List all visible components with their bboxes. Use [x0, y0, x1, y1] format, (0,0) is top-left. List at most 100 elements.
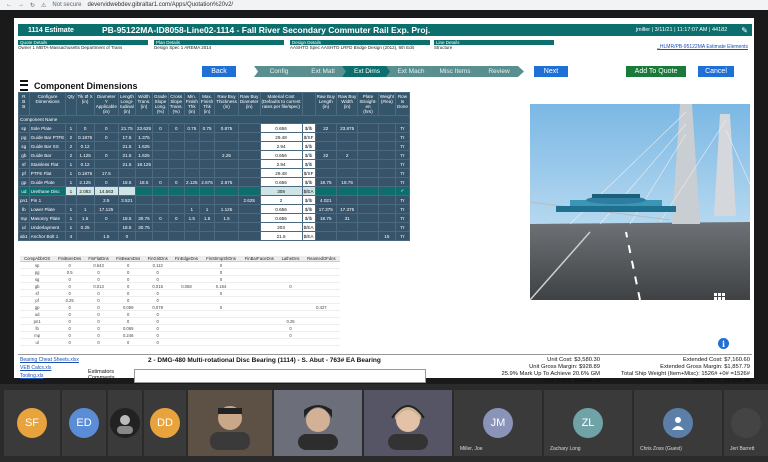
table-cell[interactable]: 0 [201, 289, 241, 297]
table-cell[interactable]: Tr [394, 177, 410, 187]
table-cell[interactable] [302, 338, 340, 346]
table-cell[interactable] [201, 296, 241, 304]
table-cell[interactable]: 0 [201, 268, 241, 276]
table-cell[interactable] [134, 195, 154, 205]
column-header[interactable]: Raw Buy Length (in) [314, 92, 337, 116]
table-cell[interactable]: 2.94 [259, 159, 303, 169]
table-cell[interactable] [171, 338, 202, 346]
table-cell[interactable]: $/lb [301, 204, 316, 214]
table-cell[interactable]: 0 [117, 231, 136, 241]
table-cell[interactable] [240, 317, 279, 325]
table-cell[interactable] [237, 132, 261, 142]
table-cell[interactable] [314, 141, 337, 151]
table-cell[interactable]: 0.875 [214, 123, 239, 133]
column-header[interactable]: Material Cost (Defaults to current rates… [259, 92, 303, 116]
back-arrow-icon[interactable]: ← [6, 2, 12, 8]
table-cell[interactable] [314, 168, 337, 178]
table-cell[interactable]: $/EA [301, 222, 316, 232]
table-cell[interactable]: 23.875 [335, 123, 359, 133]
table-cell[interactable] [240, 282, 279, 290]
table-cell[interactable] [134, 231, 154, 241]
table-row[interactable]: sf 0 0 0 0 0 [20, 289, 340, 297]
table-cell[interactable] [93, 141, 119, 151]
table-cell[interactable]: mp [20, 331, 55, 339]
table-cell[interactable]: sg [18, 141, 30, 151]
table-cell[interactable] [152, 231, 169, 241]
table-cell[interactable]: gp [20, 303, 55, 311]
table-cell[interactable]: 1 [65, 186, 77, 196]
table-cell[interactable] [240, 338, 279, 346]
table-cell[interactable] [214, 186, 239, 196]
table-cell[interactable] [335, 168, 359, 178]
table-cell[interactable] [134, 186, 154, 196]
table-cell[interactable] [201, 310, 241, 318]
table-cell[interactable]: 0 [84, 303, 113, 311]
step-config[interactable]: Config [254, 66, 304, 77]
table-cell[interactable] [357, 150, 379, 160]
table-cell[interactable]: 0 [112, 261, 145, 269]
table-cell[interactable]: 3.521 [117, 195, 136, 205]
table-cell[interactable] [278, 303, 303, 311]
table-cell[interactable] [278, 275, 303, 283]
table-row[interactable]: pn1 Pin 1 2.5 3.521 2.625 2 $/lb 4.021 Tr [18, 195, 410, 205]
column-header[interactable]: Plate Straight- en (hrs) [357, 92, 379, 116]
table-cell[interactable] [75, 231, 95, 241]
table-cell[interactable] [335, 186, 359, 196]
table-cell[interactable] [314, 231, 337, 241]
table-row[interactable]: sg Guide Bar SS 2 0.12 21.5 1.625 2.94 $/lb Tr [18, 141, 410, 151]
participant-tile-4[interactable]: JM Miller, Joe [454, 390, 542, 456]
table-cell[interactable]: 0 [84, 324, 113, 332]
view-grid-icon[interactable] [714, 293, 725, 304]
table-cell[interactable] [335, 132, 359, 142]
table-cell[interactable]: 17.125 [93, 204, 119, 214]
table-cell[interactable]: 0 [201, 261, 241, 269]
table-cell[interactable] [214, 159, 239, 169]
table-cell[interactable]: 0.656 [259, 213, 303, 223]
table-cell[interactable] [167, 168, 185, 178]
estimate-elements-link[interactable]: _HLMR/PB-95122MA Estimate Elements [657, 44, 748, 50]
table-row[interactable]: lb 0 0 0.065 0 0 [20, 324, 340, 332]
estimate-tab[interactable]: 1114 Estimate [18, 26, 84, 34]
table-cell[interactable]: 1 [65, 168, 77, 178]
forward-arrow-icon[interactable]: → [18, 2, 24, 8]
table-cell[interactable] [377, 141, 396, 151]
table-cell[interactable]: 0 [144, 338, 172, 346]
table-cell[interactable] [134, 168, 154, 178]
table-cell[interactable] [278, 261, 303, 269]
table-cell[interactable] [198, 231, 216, 241]
table-cell[interactable]: gp [18, 177, 30, 187]
table-cell[interactable]: 21.5 [117, 150, 136, 160]
table-cell[interactable] [167, 186, 185, 196]
table-cell[interactable] [278, 289, 303, 297]
table-cell[interactable]: 0 [278, 282, 303, 290]
table-cell[interactable] [302, 331, 340, 339]
table-cell[interactable] [377, 186, 396, 196]
table-cell[interactable] [302, 268, 340, 276]
table-cell[interactable] [237, 213, 261, 223]
table-cell[interactable]: lb [20, 324, 55, 332]
table-cell[interactable]: Tr [394, 222, 410, 232]
table-row[interactable]: ul Underlayment 1 0.25 18.5 30.75 203 $/EA Tr [18, 222, 410, 232]
tooling-link[interactable]: Tooling.xls [20, 373, 79, 379]
column-header[interactable]: Weight (#/ea) [377, 92, 396, 116]
column-header[interactable]: FinStrmpShDns [201, 256, 241, 262]
table-cell[interactable] [198, 222, 216, 232]
veb-calcs-link[interactable]: VEB Calcs.xls [20, 365, 79, 371]
table-cell[interactable]: $/lb [301, 213, 316, 223]
table-cell[interactable]: 0 [84, 317, 113, 325]
table-cell[interactable] [198, 186, 216, 196]
table-cell[interactable]: 2.25 [214, 150, 239, 160]
table-cell[interactable]: 0.5 [54, 268, 85, 276]
table-cell[interactable]: 0 [167, 213, 185, 223]
table-cell[interactable]: 14.563 [93, 186, 119, 196]
table-cell[interactable]: 1 [198, 204, 216, 214]
table-cell[interactable]: 0 [54, 282, 85, 290]
table-cell[interactable] [214, 231, 239, 241]
column-header[interactable]: Raw Buy Width (in) [335, 92, 359, 116]
table-cell[interactable]: 17.375 [314, 204, 337, 214]
table-cell[interactable] [357, 213, 379, 223]
column-header[interactable]: FinFlatDns [84, 256, 113, 262]
table-cell[interactable]: 1.125 [75, 150, 95, 160]
table-cell[interactable] [214, 132, 239, 142]
table-cell[interactable]: 0 [278, 324, 303, 332]
